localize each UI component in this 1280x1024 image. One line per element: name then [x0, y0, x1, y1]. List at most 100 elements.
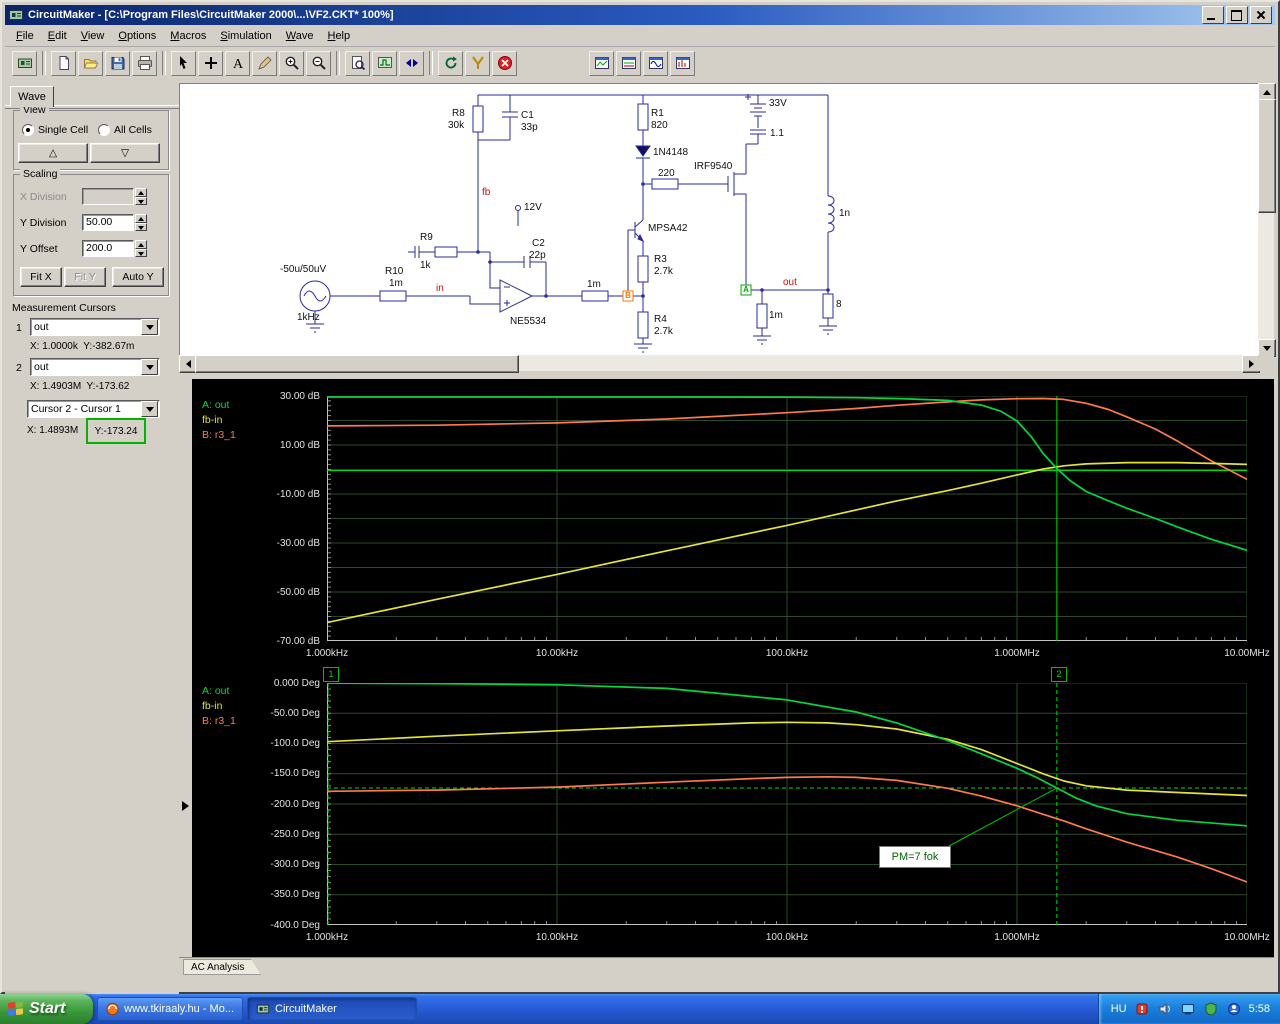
y-offset-spinner[interactable] [135, 240, 147, 257]
cursor-flag-2[interactable]: 2 [1051, 667, 1067, 682]
chevron-down-icon[interactable] [141, 401, 158, 417]
legend-fb-in: fb-in [202, 700, 223, 712]
tool-board-button[interactable] [12, 50, 37, 76]
x-division-spinner[interactable] [135, 188, 147, 205]
schematic-label-c1: C1 [521, 110, 534, 121]
cursor1-signal-select[interactable]: out [30, 318, 160, 336]
tool-search-document-button[interactable] [345, 50, 370, 76]
schematic-label-12v: 12V [524, 202, 542, 213]
tool-plot-window-3-button[interactable] [643, 50, 668, 76]
cursor1-readout: X: 1.0000k Y:-382.67m [30, 341, 135, 352]
y-offset-field[interactable]: 200.0 [82, 240, 134, 257]
tool-text-tool-button[interactable]: A [225, 50, 250, 76]
tool-stop-simulation-button[interactable] [492, 50, 517, 76]
x-division-field[interactable] [82, 188, 134, 205]
magnitude-plot[interactable] [327, 396, 1247, 641]
y-division-field[interactable]: 50.00 [82, 214, 134, 231]
tool-zoom-in-button[interactable] [279, 50, 304, 76]
tab-ac-analysis[interactable]: AC Analysis [183, 959, 261, 975]
tool-print-button[interactable] [132, 50, 157, 76]
scroll-up-button[interactable]: △ [18, 143, 88, 163]
tray-display-icon[interactable] [1180, 1001, 1196, 1017]
tool-save-button[interactable] [105, 50, 130, 76]
toolbar-separator [429, 51, 433, 75]
schematic-label-820: 820 [651, 120, 668, 131]
tool-select-arrow-button[interactable] [171, 50, 196, 76]
task-button-browser[interactable]: www.tkiraaly.hu - Mo... [97, 997, 243, 1021]
tool-plot-window-2-button[interactable] [616, 50, 641, 76]
x-division-label: X Division [20, 191, 67, 203]
y-offset-label: Y Offset [20, 243, 58, 255]
schematic-label-1n: 1n [839, 208, 851, 219]
tab-wave[interactable]: Wave [10, 86, 54, 107]
tool-new-document-button[interactable] [51, 50, 76, 76]
close-button[interactable] [1250, 6, 1272, 24]
schematic-label-out: out [783, 277, 797, 288]
menu-help[interactable]: Help [320, 28, 357, 44]
step-simulation-icon [405, 59, 418, 67]
taskbar: Start www.tkiraaly.hu - Mo... CircuitMak… [0, 994, 1280, 1024]
tool-wire-edit-button[interactable] [252, 50, 277, 76]
tool-zoom-out-button[interactable] [306, 50, 331, 76]
fit-y-button[interactable]: Fit Y [64, 267, 106, 287]
radio-single-cell[interactable]: Single Cell [22, 124, 88, 136]
phase-plot[interactable] [327, 683, 1247, 925]
menu-simulation[interactable]: Simulation [213, 28, 278, 44]
schematic-label-1m: 1m [769, 310, 783, 321]
tray-messenger-icon[interactable] [1226, 1001, 1242, 1017]
schematic-label-irf9540: IRF9540 [694, 161, 733, 172]
toolbar: A [5, 47, 1275, 79]
system-tray: HU 5:58 [1097, 994, 1280, 1024]
vscroll-thumb[interactable] [1258, 99, 1276, 213]
menu-view[interactable]: View [74, 28, 112, 44]
tool-plot-window-1-button[interactable] [589, 50, 614, 76]
menu-wave[interactable]: Wave [279, 28, 321, 44]
chevron-down-icon[interactable] [141, 319, 158, 335]
x-tick-label: 10.00MHz [1224, 648, 1270, 659]
schematic-canvas[interactable]: R8 30k C1 33p R1 820 33V 1.1 1N4148 220 IRF9540 fb 1… [179, 83, 1259, 355]
y-tick-label: -250.0 Deg [270, 828, 320, 840]
tool-plot-window-4-button[interactable] [670, 50, 695, 76]
legend-a-out: A: out [202, 399, 230, 411]
auto-y-button[interactable]: Auto Y [112, 267, 164, 287]
fit-x-button[interactable]: Fit X [20, 267, 62, 287]
menu-options[interactable]: Options [111, 28, 163, 44]
tool-digital-display-button[interactable] [372, 50, 397, 76]
tool-reset-simulation-button[interactable] [438, 50, 463, 76]
language-indicator[interactable]: HU [1111, 1003, 1127, 1015]
board-icon [17, 58, 32, 68]
x-tick-label: 10.00kHz [535, 932, 579, 943]
chevron-down-icon[interactable] [141, 359, 158, 375]
tool-step-simulation-button[interactable] [399, 50, 424, 76]
clock[interactable]: 5:58 [1249, 1003, 1270, 1015]
view-group: View Single Cell All Cells △ ▽ [13, 104, 169, 170]
cursor-flag-1[interactable]: 1 [323, 667, 339, 682]
schematic-label-r9: R9 [420, 232, 433, 243]
start-button[interactable]: Start [0, 994, 93, 1024]
menu-file[interactable]: File [9, 28, 41, 44]
menu-macros[interactable]: Macros [163, 28, 213, 44]
radio-all-cells[interactable]: All Cells [98, 124, 152, 136]
scaling-group-label: Scaling [20, 168, 61, 180]
schematic-hscrollbar[interactable] [179, 355, 1260, 373]
schematic-vscrollbar[interactable] [1258, 83, 1276, 357]
save-icon [111, 57, 124, 70]
volume-icon[interactable] [1157, 1001, 1173, 1017]
digital-display-icon [377, 57, 392, 68]
tray-shield-icon[interactable] [1203, 1001, 1219, 1017]
scroll-down-button[interactable]: ▽ [90, 143, 160, 163]
tray-alert-icon[interactable] [1134, 1001, 1150, 1017]
minimize-button[interactable] [1202, 6, 1224, 24]
tool-add-part-button[interactable] [198, 50, 223, 76]
tool-open-folder-button[interactable] [78, 50, 103, 76]
schematic-label-r1: R1 [651, 108, 664, 119]
restore-button[interactable] [1226, 6, 1248, 24]
cursor2-signal-select[interactable]: out [30, 358, 160, 376]
tool-probe-tool-button[interactable] [465, 50, 490, 76]
task-button-circuitmaker[interactable]: CircuitMaker [247, 997, 417, 1021]
hscroll-thumb[interactable] [195, 355, 519, 373]
menu-edit[interactable]: Edit [41, 28, 74, 44]
cursor-diff-select[interactable]: Cursor 2 - Cursor 1 [27, 400, 160, 418]
y-division-spinner[interactable] [135, 214, 147, 231]
schematic-label-30k: 30k [448, 120, 465, 131]
